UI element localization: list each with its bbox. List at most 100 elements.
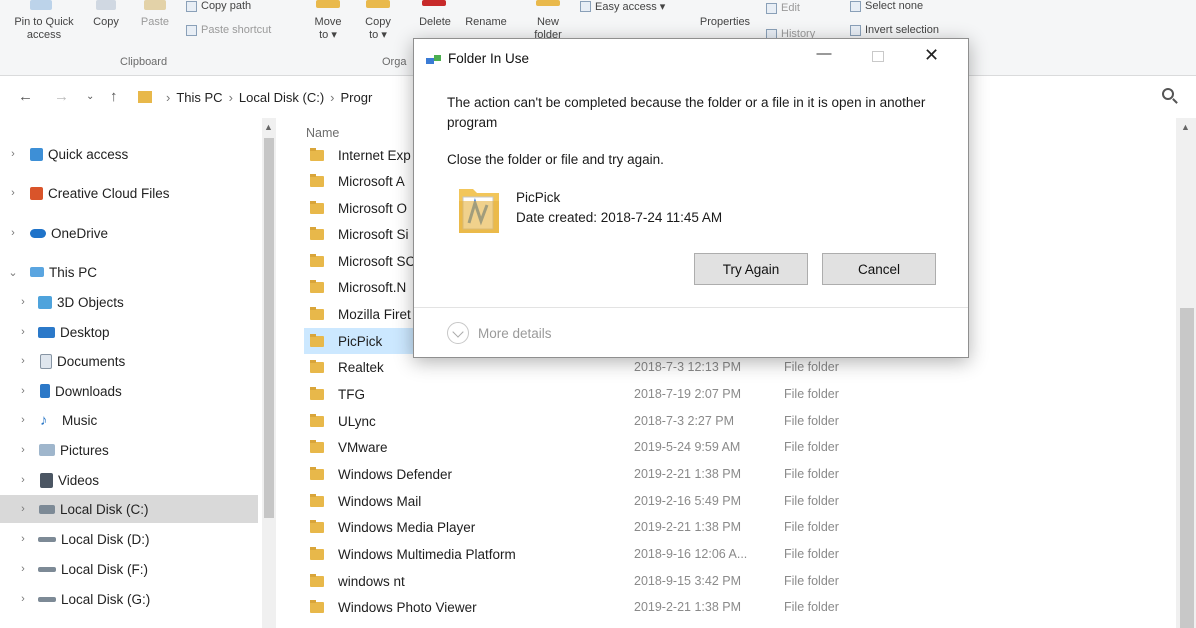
folder-icon (310, 519, 324, 533)
file-name: Microsoft A (338, 173, 405, 189)
sidebar-item-onedrive[interactable]: › OneDrive (0, 219, 258, 247)
delete-icon (422, 0, 446, 6)
file-list-scrollbar[interactable]: ▲ (1176, 118, 1196, 628)
copy-path-button[interactable]: Copy path (186, 0, 251, 12)
sidebar-scrollbar[interactable]: ▲ (262, 118, 276, 628)
chevron-right-icon[interactable]: › (16, 414, 30, 426)
folder-icon (310, 599, 324, 613)
easy-access-button[interactable]: Easy access ▾ (580, 0, 665, 13)
chevron-right-icon[interactable]: › (16, 385, 30, 397)
chevron-right-icon[interactable]: › (16, 326, 30, 338)
chevron-right-icon[interactable]: › (16, 355, 30, 367)
chevron-right-icon[interactable]: › (16, 593, 30, 605)
paste-button[interactable]: Paste (136, 16, 174, 29)
table-row[interactable]: ULync 2018-7-3 2:27 PM File folder (304, 408, 864, 434)
chevron-right-icon[interactable]: › (6, 187, 20, 199)
invert-selection-button[interactable]: Invert selection (850, 24, 939, 36)
sidebar-item-3d-objects[interactable]: › 3D Objects (0, 288, 258, 316)
minimize-icon[interactable]: — (814, 45, 834, 65)
more-details-toggle[interactable]: More details (447, 322, 552, 344)
file-name: Microsoft Si (338, 226, 409, 242)
file-type: File folder (784, 360, 839, 374)
sidebar-item-label: Downloads (55, 383, 122, 399)
file-name: Windows Defender (338, 466, 453, 482)
copy-path-label: Copy path (201, 0, 252, 12)
sidebar-item-creative-cloud[interactable]: › Creative Cloud Files (0, 179, 258, 207)
chevron-right-icon: › (228, 89, 233, 105)
search-icon[interactable] (1162, 88, 1174, 100)
edit-button[interactable]: Edit (766, 2, 800, 14)
sidebar-item-documents[interactable]: › Documents (0, 347, 258, 375)
breadcrumb-local-disk[interactable]: Local Disk (C:) (239, 90, 324, 105)
chevron-right-icon[interactable]: › (16, 533, 30, 545)
delete-button[interactable]: Delete (414, 16, 456, 29)
pin-to-quick-access-button[interactable]: Pin to Quick access (8, 16, 80, 42)
copy-to-button[interactable]: Copy to ▾ (356, 16, 400, 42)
column-header-name[interactable]: Name (306, 126, 339, 140)
table-row[interactable]: VMware 2019-5-24 9:59 AM File folder (304, 434, 864, 460)
sidebar-scroll-thumb[interactable] (264, 138, 274, 518)
drive-icon (38, 536, 56, 542)
folder-icon (310, 173, 324, 187)
recent-dropdown-icon[interactable]: ⌄ (86, 91, 94, 102)
table-row[interactable]: Windows Mail 2019-2-16 5:49 PM File folder (304, 488, 864, 514)
table-row[interactable]: TFG 2018-7-19 2:07 PM File folder (304, 381, 864, 407)
select-none-button[interactable]: Select none (850, 0, 923, 12)
sidebar-item-this-pc[interactable]: ⌄ This PC (0, 258, 258, 286)
sidebar-item-local-disk-g[interactable]: › Local Disk (G:) (0, 585, 258, 613)
up-arrow-icon[interactable]: ↑ (110, 88, 118, 105)
chevron-right-icon[interactable]: › (6, 227, 20, 239)
chevron-right-icon[interactable]: › (16, 444, 30, 456)
back-arrow-icon[interactable]: ← (18, 88, 33, 105)
paste-shortcut-button[interactable]: Paste shortcut (186, 24, 271, 36)
sidebar-item-desktop[interactable]: › Desktop (0, 318, 258, 346)
sidebar-item-videos[interactable]: › Videos (0, 466, 258, 494)
folder-icon (310, 466, 324, 480)
forward-arrow-icon[interactable]: → (54, 88, 69, 105)
breadcrumb-program-files[interactable]: Progr (341, 90, 373, 105)
sidebar-item-local-disk-f[interactable]: › Local Disk (F:) (0, 555, 258, 583)
sidebar-item-local-disk-d[interactable]: › Local Disk (D:) (0, 525, 258, 553)
table-row[interactable]: Windows Media Player 2019-2-21 1:38 PM Fil… (304, 514, 864, 540)
chevron-right-icon[interactable]: › (16, 296, 30, 308)
dialog-divider (414, 307, 968, 308)
cancel-button[interactable]: Cancel (822, 253, 936, 285)
chevron-right-icon[interactable]: › (16, 474, 30, 486)
chevron-right-icon[interactable]: › (16, 503, 30, 515)
folder-icon (310, 147, 324, 161)
drive-icon (39, 504, 55, 514)
scroll-up-icon[interactable]: ▲ (1181, 122, 1190, 132)
try-again-button[interactable]: Try Again (694, 253, 808, 285)
chevron-down-icon[interactable]: ⌄ (6, 266, 20, 279)
copy-button[interactable]: Copy (88, 16, 124, 29)
sidebar-item-pictures[interactable]: › Pictures (0, 436, 258, 464)
move-to-button[interactable]: Move to ▾ (306, 16, 350, 42)
chevron-right-icon[interactable]: › (16, 563, 30, 575)
chevron-down-icon[interactable] (447, 322, 469, 344)
file-list-scroll-thumb[interactable] (1180, 308, 1194, 628)
table-row[interactable]: windows nt 2018-9-15 3:42 PM File folder (304, 568, 864, 594)
table-row[interactable]: Windows Multimedia Platform 2018-9-16 12:… (304, 541, 864, 567)
sidebar-item-quick-access[interactable]: › Quick access (0, 140, 258, 168)
sidebar-item-label: Videos (58, 472, 100, 488)
sidebar-item-music[interactable]: › ♪ Music (0, 406, 258, 434)
close-icon[interactable]: ✕ (924, 45, 939, 66)
rename-button[interactable]: Rename (460, 16, 512, 29)
scroll-up-icon[interactable]: ▲ (264, 122, 273, 132)
table-row[interactable]: Windows Defender 2019-2-21 1:38 PM File fo… (304, 461, 864, 487)
dialog-instruction: Close the folder or file and try again. (447, 152, 664, 167)
table-row[interactable]: Windows Photo Viewer 2019-2-21 1:38 PM Fil… (304, 594, 864, 620)
properties-button[interactable]: Properties (692, 16, 758, 29)
sidebar-item-local-disk-c[interactable]: › Local Disk (C:) (0, 495, 258, 523)
folder-icon (310, 546, 324, 560)
copy-to-label: Copy (365, 16, 391, 28)
sidebar-item-label: Quick access (48, 146, 129, 162)
document-icon (40, 353, 52, 369)
chevron-right-icon[interactable]: › (6, 148, 20, 160)
computer-icon (30, 267, 44, 277)
sidebar-item-downloads[interactable]: › Downloads (0, 377, 258, 405)
organize-group-label: Orga (382, 56, 407, 68)
breadcrumb-this-pc[interactable]: This PC (176, 90, 222, 105)
folder-icon (310, 306, 324, 320)
file-name: Windows Mail (338, 493, 422, 509)
